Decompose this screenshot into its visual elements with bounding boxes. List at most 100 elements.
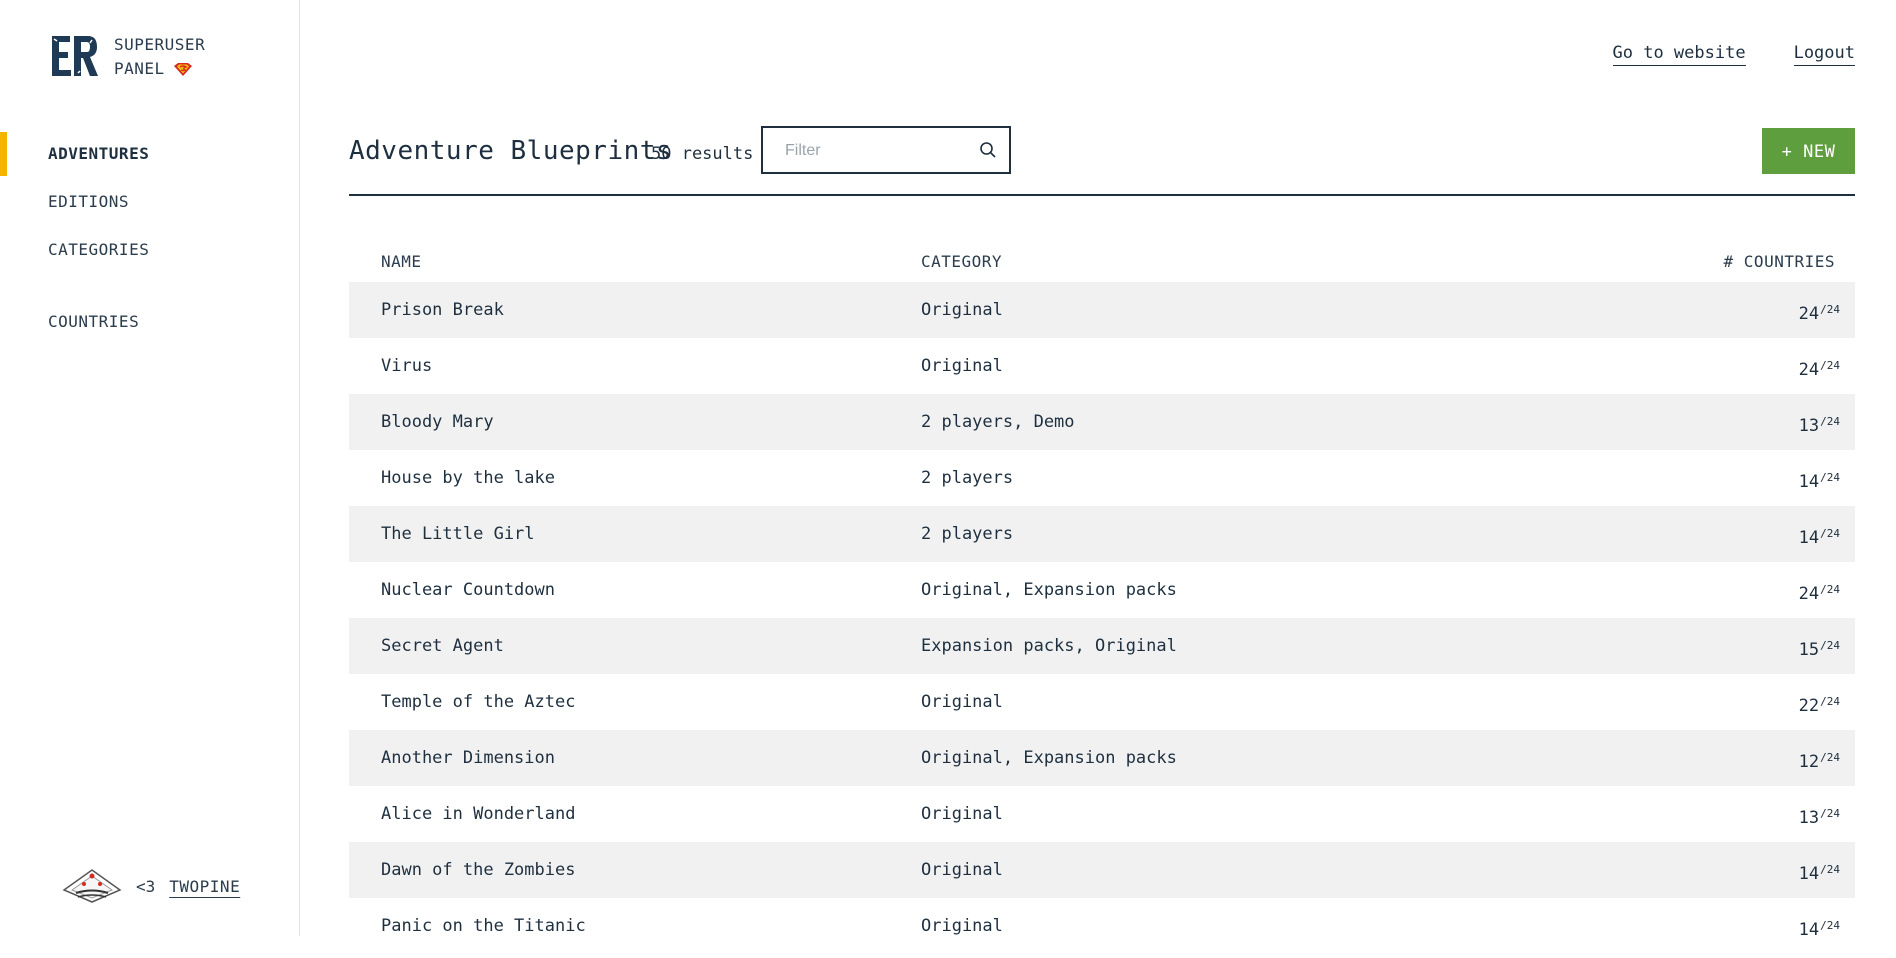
row-name: Nuclear Countdown [381,580,555,600]
result-count: 50 results [651,144,754,164]
new-adventure-button[interactable]: + NEW [1762,128,1855,174]
column-header-name[interactable]: NAME [381,242,422,282]
row-name: The Little Girl [381,524,535,544]
row-count: 14 [1798,920,1820,940]
row-country-count: 22/24 [1799,674,1840,734]
row-count: 24 [1798,360,1820,380]
row-category: 2 players, Demo [921,412,1075,432]
table-body: Prison Break Original 24/24 Virus Original 2… [349,282,1855,954]
row-count: 14 [1798,528,1820,548]
sidebar: SUPERUSER PANEL ADVENTURES EDITIONS CATE… [0,0,300,936]
row-name: Alice in Wonderland [381,804,576,824]
row-total: /24 [1820,583,1840,596]
row-name: Temple of the Aztec [381,692,576,712]
row-count: 13 [1798,416,1820,436]
row-category: Original, Expansion packs [921,748,1177,768]
row-category: Original [921,804,1003,824]
row-total: /24 [1820,751,1840,764]
table-row[interactable]: Alice in Wonderland Original 13/24 [349,786,1855,842]
table-row[interactable]: The Little Girl 2 players 14/24 [349,506,1855,562]
twopine-link[interactable]: TWOPINE [169,877,240,896]
row-country-count: 24/24 [1799,562,1840,622]
row-category: Expansion packs, Original [921,636,1177,656]
twopine-logo-icon [62,869,122,903]
row-total: /24 [1820,527,1840,540]
row-category: Original [921,916,1003,936]
table-row[interactable]: Dawn of the Zombies Original 14/24 [349,842,1855,898]
table-header: NAME CATEGORY # COUNTRIES [349,242,1855,282]
go-to-website-link[interactable]: Go to website [1612,43,1746,66]
row-country-count: 14/24 [1799,842,1840,902]
page-header: Adventure Blueprints 50 results + NEW [349,126,1855,196]
row-count: 14 [1798,472,1820,492]
top-nav: Go to website Logout [1612,43,1855,66]
row-count: 24 [1798,304,1820,324]
table-row[interactable]: Virus Original 24/24 [349,338,1855,394]
row-count: 24 [1798,584,1820,604]
row-total: /24 [1820,919,1840,932]
filter-input[interactable] [783,128,977,174]
row-category: Original [921,300,1003,320]
table-row[interactable]: Prison Break Original 24/24 [349,282,1855,338]
sidebar-item-countries[interactable]: COUNTRIES [0,298,299,346]
sidebar-item-adventures[interactable]: ADVENTURES [0,130,299,178]
row-country-count: 13/24 [1799,786,1840,846]
footer-heart: <3 [136,876,156,896]
column-header-countries[interactable]: # COUNTRIES [1724,242,1835,282]
row-country-count: 14/24 [1799,898,1840,958]
column-header-category[interactable]: CATEGORY [921,242,1002,282]
table-row[interactable]: Another Dimension Original, Expansion pac… [349,730,1855,786]
sidebar-nav: ADVENTURES EDITIONS CATEGORIES COUNTRIES [0,130,299,346]
search-icon[interactable] [979,141,997,159]
sidebar-item-categories[interactable]: CATEGORIES [0,226,299,274]
sidebar-footer: <3 TWOPINE [62,866,240,906]
row-total: /24 [1820,807,1840,820]
er-logo-icon [50,34,98,78]
table-row[interactable]: Secret Agent Expansion packs, Original 15/… [349,618,1855,674]
row-count: 12 [1798,752,1820,772]
row-name: Bloody Mary [381,412,494,432]
row-name: Panic on the Titanic [381,916,586,936]
row-count: 15 [1798,640,1820,660]
row-category: Original, Expansion packs [921,580,1177,600]
row-count: 22 [1798,696,1820,716]
row-count: 13 [1798,808,1820,828]
table-row[interactable]: Bloody Mary 2 players, Demo 13/24 [349,394,1855,450]
table-row[interactable]: Panic on the Titanic Original 14/24 [349,898,1855,954]
row-category: Original [921,692,1003,712]
page-title: Adventure Blueprints [349,136,673,166]
row-total: /24 [1820,359,1840,372]
brand[interactable]: SUPERUSER PANEL [48,30,205,82]
table-row[interactable]: House by the lake 2 players 14/24 [349,450,1855,506]
superman-shield-icon [173,63,192,76]
row-name: Dawn of the Zombies [381,860,576,880]
filter-field[interactable] [761,126,1011,174]
row-total: /24 [1820,695,1840,708]
row-count: 14 [1798,864,1820,884]
row-country-count: 24/24 [1799,282,1840,342]
row-category: 2 players [921,468,1014,488]
row-country-count: 14/24 [1799,450,1840,510]
row-total: /24 [1820,863,1840,876]
row-name: Secret Agent [381,636,504,656]
brand-title: SUPERUSER PANEL [114,33,205,81]
row-total: /24 [1820,303,1840,316]
table-row[interactable]: Temple of the Aztec Original 22/24 [349,674,1855,730]
row-country-count: 12/24 [1799,730,1840,790]
row-category: Original [921,356,1003,376]
row-total: /24 [1820,415,1840,428]
brand-line-1: SUPERUSER [114,35,206,54]
row-country-count: 14/24 [1799,506,1840,566]
sidebar-item-editions[interactable]: EDITIONS [0,178,299,226]
row-total: /24 [1820,471,1840,484]
logout-link[interactable]: Logout [1793,43,1855,66]
table-row[interactable]: Nuclear Countdown Original, Expansion pac… [349,562,1855,618]
row-category: Original [921,860,1003,880]
row-country-count: 15/24 [1799,618,1840,678]
row-name: House by the lake [381,468,555,488]
row-country-count: 13/24 [1799,394,1840,454]
brand-line-2: PANEL [114,59,165,78]
row-name: Virus [381,356,433,376]
row-category: 2 players [921,524,1014,544]
